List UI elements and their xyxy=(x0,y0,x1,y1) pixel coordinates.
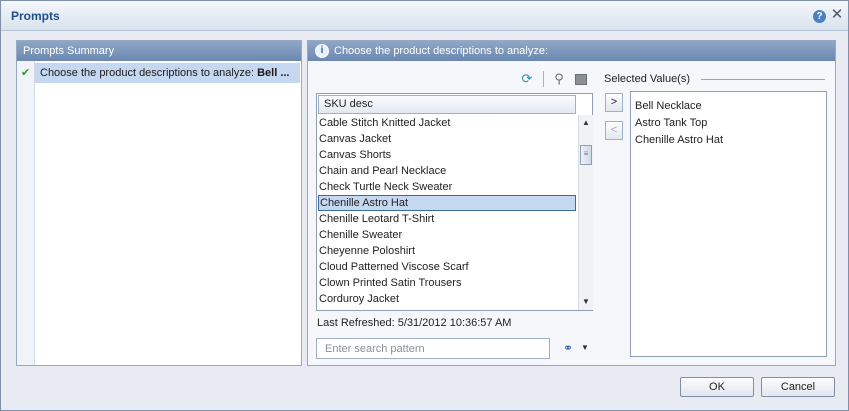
list-item[interactable]: Cloud Patterned Viscose Scarf xyxy=(318,259,576,275)
summary-item-label: Choose the product descriptions to analy… xyxy=(40,67,255,79)
key-icon[interactable]: ⚲ xyxy=(553,71,565,87)
prompts-summary-body: ✔ Choose the product descriptions to ana… xyxy=(17,61,301,365)
list-items: Cable Stitch Knitted Jacket Canvas Jacket… xyxy=(318,115,576,307)
help-icon[interactable]: ? xyxy=(813,10,826,23)
add-value-button[interactable]: > xyxy=(605,93,623,112)
summary-item-product-descriptions[interactable]: Choose the product descriptions to analy… xyxy=(35,63,300,83)
list-scrollbar[interactable]: ▲ ≡ ▼ xyxy=(578,115,593,310)
list-item[interactable]: Clown Printed Satin Trousers xyxy=(318,275,576,291)
summary-gutter: ✔ xyxy=(17,61,35,365)
list-item[interactable]: Cable Stitch Knitted Jacket xyxy=(318,115,576,131)
list-column-header[interactable]: SKU desc xyxy=(318,95,576,114)
stack-icon[interactable] xyxy=(575,74,587,85)
prompt-panel-header: i Choose the product descriptions to ana… xyxy=(308,41,835,61)
list-item[interactable]: Cheyenne Poloshirt xyxy=(318,243,576,259)
ok-button[interactable]: OK xyxy=(680,377,754,397)
search-options-dropdown-icon[interactable]: ▼ xyxy=(580,340,590,356)
selected-values-list: Bell Necklace Astro Tank Top Chenille Astr… xyxy=(630,91,827,357)
prompt-panel: i Choose the product descriptions to ana… xyxy=(307,40,836,366)
summary-item-value: Bell ... xyxy=(257,67,290,79)
info-icon: i xyxy=(315,44,329,58)
search-input[interactable] xyxy=(316,338,550,359)
toolbar-separator xyxy=(543,71,544,87)
list-item[interactable]: Chenille Leotard T-Shirt xyxy=(318,211,576,227)
available-values-list: SKU desc Cable Stitch Knitted Jacket Canv… xyxy=(316,93,593,311)
refresh-icon[interactable]: ⟳ xyxy=(519,71,535,87)
dialog-title: Prompts xyxy=(11,9,60,23)
list-item[interactable]: Canvas Shorts xyxy=(318,147,576,163)
list-item[interactable]: Corduroy Jacket xyxy=(318,291,576,307)
prompt-question: Choose the product descriptions to analy… xyxy=(334,45,549,57)
check-icon: ✔ xyxy=(21,67,31,79)
list-item[interactable]: Chenille Sweater xyxy=(318,227,576,243)
prompts-summary-panel: Prompts Summary ✔ Choose the product des… xyxy=(16,40,302,366)
list-item[interactable]: Chain and Pearl Necklace xyxy=(318,163,576,179)
scroll-down-icon[interactable]: ▼ xyxy=(580,296,592,308)
scroll-up-icon[interactable]: ▲ xyxy=(580,117,592,129)
list-item[interactable]: Chenille Astro Hat xyxy=(318,195,576,211)
selected-values-label: Selected Value(s) xyxy=(604,73,691,85)
cancel-button[interactable]: Cancel xyxy=(761,377,835,397)
prompts-dialog: Prompts ? ✕ Prompts Summary ✔ Choose the… xyxy=(0,0,849,411)
close-icon[interactable]: ✕ xyxy=(830,7,844,23)
last-refreshed-text: Last Refreshed: 5/31/2012 10:36:57 AM xyxy=(317,317,512,329)
prompts-summary-header: Prompts Summary xyxy=(17,41,301,61)
dialog-titlebar: Prompts ? ✕ xyxy=(1,1,848,31)
list-item[interactable]: Check Turtle Neck Sweater xyxy=(318,179,576,195)
binoculars-icon[interactable]: ⚭ xyxy=(560,340,576,356)
selected-values-divider xyxy=(701,79,825,80)
list-item[interactable]: Canvas Jacket xyxy=(318,131,576,147)
remove-value-button[interactable]: < xyxy=(605,121,623,140)
selected-value-item[interactable]: Chenille Astro Hat xyxy=(635,132,826,149)
scroll-thumb[interactable]: ≡ xyxy=(580,145,592,165)
selected-value-item[interactable]: Bell Necklace xyxy=(635,98,826,115)
selected-value-item[interactable]: Astro Tank Top xyxy=(635,115,826,132)
